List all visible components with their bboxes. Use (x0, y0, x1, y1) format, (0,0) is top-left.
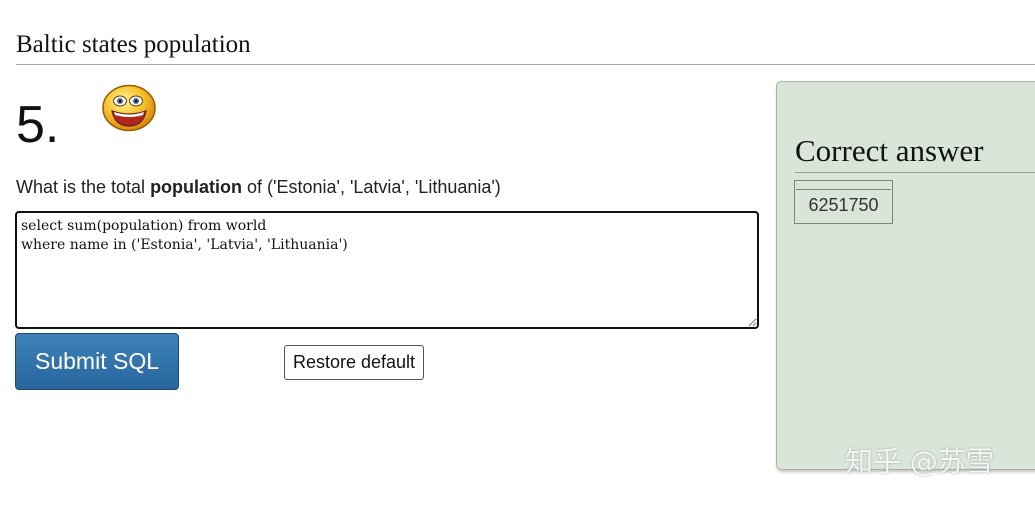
answer-divider (795, 172, 1035, 173)
title-divider (16, 64, 1035, 65)
restore-default-button[interactable]: Restore default (284, 345, 424, 380)
watermark: 知乎 @苏雪 (845, 445, 994, 478)
question-text-after: of ('Estonia', 'Latvia', 'Lithuania') (242, 177, 501, 197)
question-keyword: population (150, 177, 243, 197)
page-title: Baltic states population (16, 31, 251, 58)
answer-table-header (796, 181, 891, 190)
answer-value-cell: 6251750 (808, 195, 879, 215)
question-text-before: What is the total (16, 177, 151, 197)
question-text: What is the total population of ('Estoni… (16, 177, 501, 198)
question-number: 5. (16, 96, 60, 154)
answer-table: 6251750 (794, 180, 893, 224)
smiley-face-icon (102, 84, 156, 132)
correct-answer-heading: Correct answer (795, 133, 984, 168)
sql-editor[interactable]: select sum(population) from world where … (15, 211, 759, 329)
submit-sql-button[interactable]: Submit SQL (15, 333, 179, 390)
correct-answer-panel: Correct answer 6251750 (776, 81, 1035, 470)
